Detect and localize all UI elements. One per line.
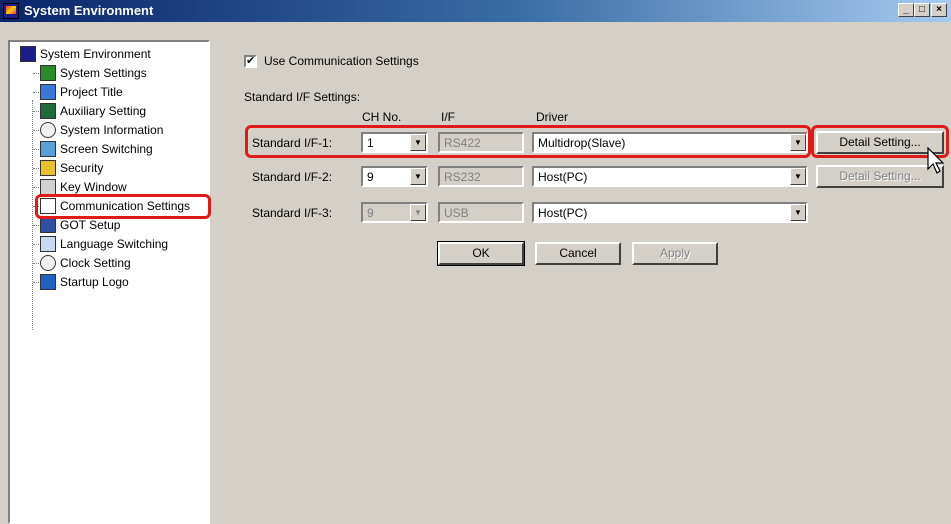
use-communication-label: Use Communication Settings bbox=[264, 54, 419, 68]
close-button[interactable]: × bbox=[931, 3, 947, 17]
app-icon bbox=[3, 3, 19, 19]
apply-button[interactable]: Apply bbox=[632, 242, 718, 265]
ch-no-select-2[interactable]: 9 ▼ bbox=[361, 166, 428, 187]
use-communication-checkbox[interactable] bbox=[244, 54, 257, 68]
standard-if-section-label: Standard I/F Settings: bbox=[244, 90, 361, 104]
ch-no-header: CH No. bbox=[362, 110, 402, 124]
chevron-down-icon[interactable]: ▼ bbox=[410, 204, 426, 221]
chevron-down-icon[interactable]: ▼ bbox=[790, 168, 806, 185]
tree-connector bbox=[32, 100, 33, 330]
tree-root-label: System Environment bbox=[40, 47, 151, 61]
driver-select-3[interactable]: Host(PC) ▼ bbox=[532, 202, 808, 223]
screen-switching-icon bbox=[40, 141, 56, 157]
title-bar[interactable]: System Environment _ □ × bbox=[0, 0, 951, 22]
highlight-communication-settings bbox=[35, 194, 211, 219]
project-title-icon bbox=[40, 84, 56, 100]
driver-header: Driver bbox=[536, 110, 568, 124]
window-title: System Environment bbox=[24, 3, 154, 18]
cancel-button[interactable]: Cancel bbox=[535, 242, 621, 265]
clock-icon bbox=[40, 255, 56, 271]
chevron-down-icon[interactable]: ▼ bbox=[410, 168, 426, 185]
language-switching-icon bbox=[40, 236, 56, 252]
startup-logo-icon bbox=[40, 274, 56, 290]
highlight-standard-if-1-row bbox=[245, 125, 811, 158]
ch-no-select-3[interactable]: 9 ▼ bbox=[361, 202, 428, 223]
security-icon bbox=[40, 160, 56, 176]
ok-button[interactable]: OK bbox=[437, 241, 525, 266]
mouse-cursor-icon bbox=[927, 147, 945, 174]
detail-setting-button-2[interactable]: Detail Setting... bbox=[816, 165, 944, 188]
minimize-button[interactable]: _ bbox=[898, 3, 914, 17]
if-field-3: USB bbox=[438, 202, 524, 223]
standard-if-2-label: Standard I/F-2: bbox=[252, 170, 333, 184]
got-setup-icon bbox=[40, 217, 56, 233]
chevron-down-icon[interactable]: ▼ bbox=[790, 204, 806, 221]
system-environment-window: System Environment _ □ × System Environm… bbox=[0, 0, 951, 524]
system-information-icon bbox=[40, 122, 56, 138]
auxiliary-setting-icon bbox=[40, 103, 56, 119]
if-header: I/F bbox=[441, 110, 455, 124]
settings-tree[interactable]: System Environment System Settings Proje… bbox=[8, 40, 210, 524]
if-field-2: RS232 bbox=[438, 166, 524, 187]
driver-select-2[interactable]: Host(PC) ▼ bbox=[532, 166, 808, 187]
standard-if-3-label: Standard I/F-3: bbox=[252, 206, 333, 220]
system-settings-icon bbox=[40, 65, 56, 81]
key-window-icon bbox=[40, 179, 56, 195]
system-environment-icon bbox=[20, 46, 36, 62]
maximize-button[interactable]: □ bbox=[914, 3, 930, 17]
